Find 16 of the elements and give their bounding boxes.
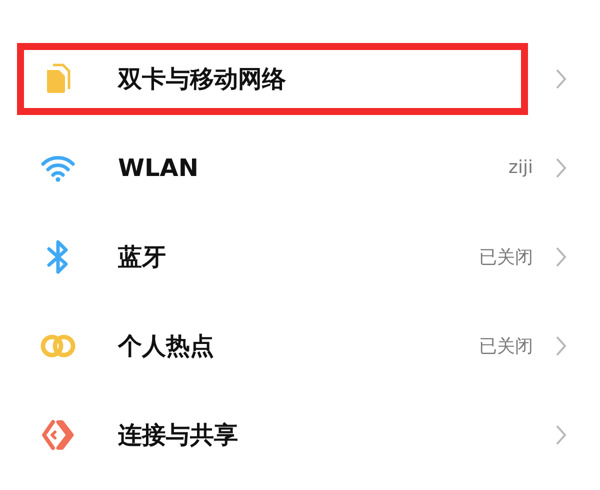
setting-label[interactable]: 双卡与移动网络 [118,62,555,94]
bluetooth-icon [45,238,71,274]
setting-value: 已关闭 [479,246,533,268]
chevron-icon [555,246,567,268]
chevron-icon [555,424,567,446]
setting-value: ziji [508,157,533,178]
linked-rings-icon [40,332,76,358]
chevron-icon [555,334,567,356]
setting-label[interactable]: 连接与共享 [118,418,555,450]
share-arrows-icon [40,418,76,452]
setting-label[interactable]: WLAN [118,154,509,182]
setting-value: 已关闭 [479,334,533,358]
setting-label[interactable]: 蓝牙 [118,240,479,272]
chevron-icon [555,156,567,178]
setting-label[interactable]: 个人热点 [118,330,479,362]
chevron-icon [555,68,567,90]
